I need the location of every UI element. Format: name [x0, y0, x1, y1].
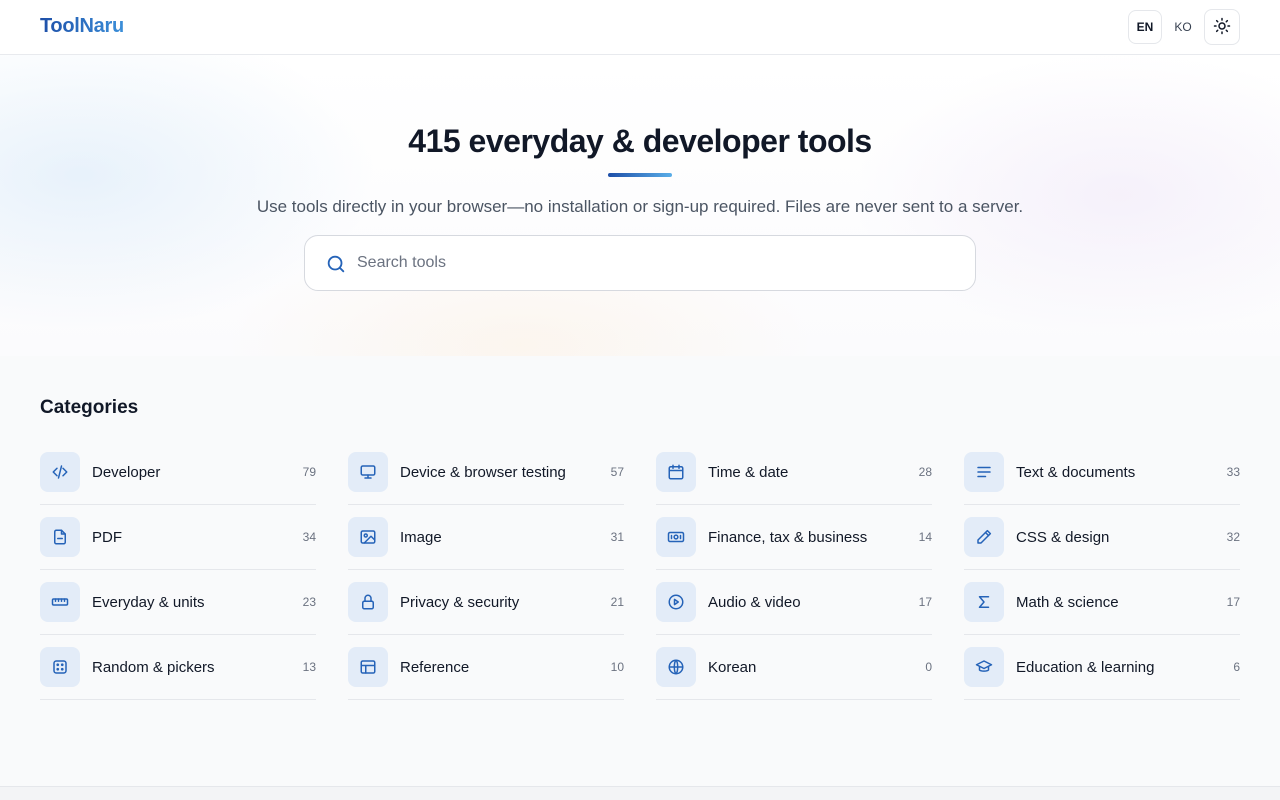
category-item[interactable]: Developer 79 — [40, 440, 316, 505]
category-item[interactable]: Finance, tax & business 14 — [656, 505, 932, 570]
category-name: Education & learning — [1016, 658, 1155, 676]
image-icon — [348, 517, 388, 557]
category-count: 13 — [302, 660, 316, 674]
hero-subtitle: Use tools directly in your browser—no in… — [256, 197, 1024, 216]
category-item[interactable]: Time & date 28 — [656, 440, 932, 505]
category-item[interactable]: Korean 0 — [656, 635, 932, 700]
monitor-icon — [348, 452, 388, 492]
category-count: 34 — [302, 530, 316, 544]
sun-icon — [1213, 17, 1231, 38]
title-underline — [608, 173, 672, 177]
calendar-icon — [656, 452, 696, 492]
search-input[interactable] — [357, 244, 957, 282]
table-icon — [348, 647, 388, 687]
category-name: Random & pickers — [92, 658, 215, 676]
category-count: 79 — [302, 465, 316, 479]
lang-ko-button[interactable]: KO — [1166, 10, 1200, 44]
category-name: Reference — [400, 658, 470, 676]
page-title: 415 everyday & developer tools — [408, 123, 872, 159]
category-count: 17 — [1226, 595, 1240, 609]
site-header: ToolNaru EN KO — [0, 0, 1280, 55]
category-item[interactable]: Everyday & units 23 — [40, 570, 316, 635]
pencil-icon — [964, 517, 1004, 557]
code-icon — [40, 452, 80, 492]
category-item[interactable]: PDF 34 — [40, 505, 316, 570]
theme-toggle-button[interactable] — [1204, 9, 1240, 45]
category-item[interactable]: Math & science 17 — [964, 570, 1240, 635]
category-count: 0 — [925, 660, 932, 674]
search-icon — [325, 253, 347, 275]
category-name: Device & browser testing — [400, 463, 566, 481]
category-name: Korean — [708, 658, 757, 676]
category-count: 28 — [918, 465, 932, 479]
category-item[interactable]: Privacy & security 21 — [348, 570, 624, 635]
category-count: 21 — [610, 595, 624, 609]
category-item[interactable]: Reference 10 — [348, 635, 624, 700]
hero-section: 415 everyday & developer tools Use tools… — [0, 55, 1280, 356]
category-count: 32 — [1226, 530, 1240, 544]
category-count: 10 — [610, 660, 624, 674]
category-name: Text & documents — [1016, 463, 1136, 481]
search-box[interactable] — [304, 235, 976, 291]
category-count: 31 — [610, 530, 624, 544]
file-icon — [40, 517, 80, 557]
ruler-icon — [40, 582, 80, 622]
sigma-icon — [964, 582, 1004, 622]
category-count: 33 — [1226, 465, 1240, 479]
graduation-cap-icon — [964, 647, 1004, 687]
globe-icon — [656, 647, 696, 687]
logo[interactable]: ToolNaru — [40, 15, 124, 38]
play-circle-icon — [656, 582, 696, 622]
category-name: Privacy & security — [400, 593, 520, 611]
category-item[interactable]: Device & browser testing 57 — [348, 440, 624, 505]
category-count: 6 — [1233, 660, 1240, 674]
category-item[interactable]: Audio & video 17 — [656, 570, 932, 635]
banknote-icon — [656, 517, 696, 557]
category-item[interactable]: Education & learning 6 — [964, 635, 1240, 700]
categories-heading: Categories — [40, 397, 139, 418]
category-count: 23 — [302, 595, 316, 609]
category-name: Math & science — [1016, 593, 1119, 611]
footer — [0, 786, 1280, 800]
lock-icon — [348, 582, 388, 622]
category-name: CSS & design — [1016, 528, 1110, 546]
category-name: Image — [400, 528, 442, 546]
category-name: Everyday & units — [92, 593, 205, 611]
category-item[interactable]: Random & pickers 13 — [40, 635, 316, 700]
category-item[interactable]: Text & documents 33 — [964, 440, 1240, 505]
categories-grid: Developer 79 Device & browser testing 57 Tim… — [40, 440, 1240, 700]
categories-section: Categories Developer 79 Device & browser t… — [0, 356, 1280, 786]
category-item[interactable]: CSS & design 32 — [964, 505, 1240, 570]
category-name: Audio & video — [708, 593, 801, 611]
category-count: 17 — [918, 595, 932, 609]
lang-en-button[interactable]: EN — [1128, 10, 1162, 44]
category-item[interactable]: Image 31 — [348, 505, 624, 570]
category-name: Developer — [92, 463, 161, 481]
category-count: 14 — [918, 530, 932, 544]
category-count: 57 — [610, 465, 624, 479]
category-name: Finance, tax & business — [708, 528, 868, 546]
text-lines-icon — [964, 452, 1004, 492]
category-name: PDF — [92, 528, 122, 546]
category-name: Time & date — [708, 463, 789, 481]
dice-icon — [40, 647, 80, 687]
